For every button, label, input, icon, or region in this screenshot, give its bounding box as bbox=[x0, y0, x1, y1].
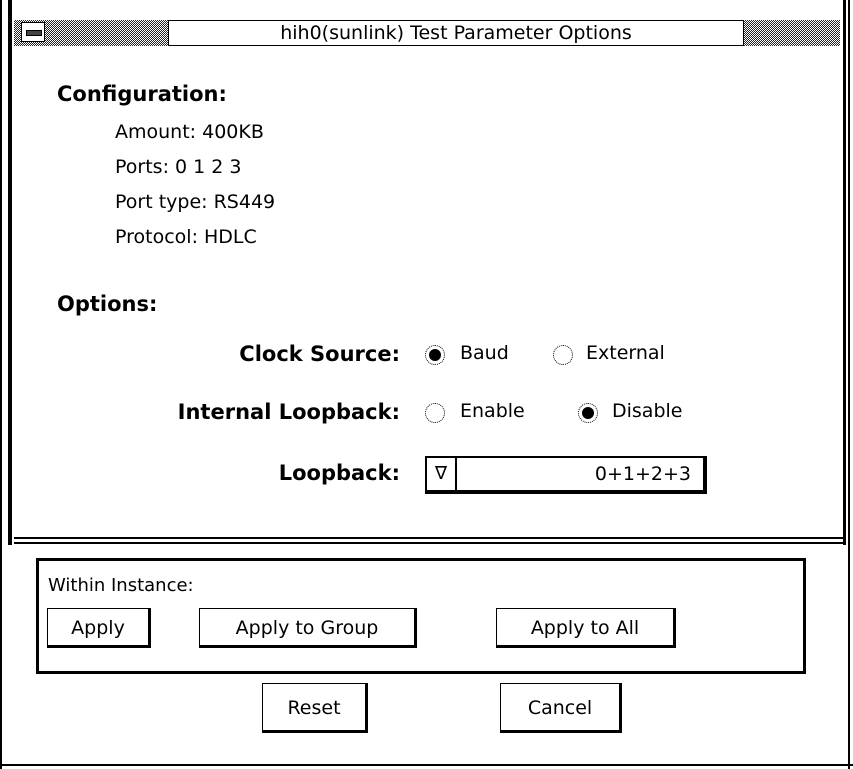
window-title: hih0(sunlink) Test Parameter Options bbox=[168, 20, 744, 46]
clock-baud-label[interactable]: Baud bbox=[460, 342, 509, 364]
loopback-disable-label[interactable]: Disable bbox=[612, 400, 682, 422]
config-ports: Ports: 0 1 2 3 bbox=[115, 156, 242, 178]
within-instance-label: Within Instance: bbox=[48, 575, 194, 596]
clock-external-label[interactable]: External bbox=[586, 342, 665, 364]
loopback-label: Loopback: bbox=[278, 461, 400, 485]
internal-loopback-label: Internal Loopback: bbox=[177, 400, 400, 424]
cancel-button[interactable]: Cancel bbox=[500, 683, 622, 733]
config-amount: Amount: 400KB bbox=[115, 121, 264, 143]
clock-external-radio[interactable] bbox=[553, 345, 573, 365]
loopback-value: 0+1+2+3 bbox=[594, 463, 691, 485]
divider bbox=[14, 542, 844, 544]
loopback-select[interactable]: ∇ 0+1+2+3 bbox=[425, 456, 707, 494]
window-frame-left bbox=[0, 0, 2, 769]
configuration-heading: Configuration: bbox=[57, 82, 227, 106]
apply-button[interactable]: Apply bbox=[47, 608, 151, 648]
config-port-type: Port type: RS449 bbox=[115, 191, 276, 213]
divider bbox=[14, 537, 844, 539]
apply-to-all-button[interactable]: Apply to All bbox=[496, 608, 676, 648]
loopback-disable-radio[interactable] bbox=[578, 403, 598, 423]
dropdown-arrow-icon[interactable]: ∇ bbox=[427, 458, 457, 490]
options-heading: Options: bbox=[57, 292, 158, 316]
reset-button[interactable]: Reset bbox=[262, 683, 368, 733]
loopback-enable-label[interactable]: Enable bbox=[460, 400, 525, 422]
window-menu-button[interactable] bbox=[21, 22, 45, 42]
window-menu-icon bbox=[26, 30, 42, 36]
clock-baud-radio[interactable] bbox=[425, 345, 445, 365]
window-frame-bottom bbox=[0, 764, 853, 766]
config-protocol: Protocol: HDLC bbox=[115, 226, 257, 248]
loopback-enable-radio[interactable] bbox=[425, 403, 445, 423]
window-frame-right bbox=[848, 0, 850, 769]
apply-to-group-button[interactable]: Apply to Group bbox=[199, 608, 417, 648]
clock-source-label: Clock Source: bbox=[239, 342, 400, 366]
